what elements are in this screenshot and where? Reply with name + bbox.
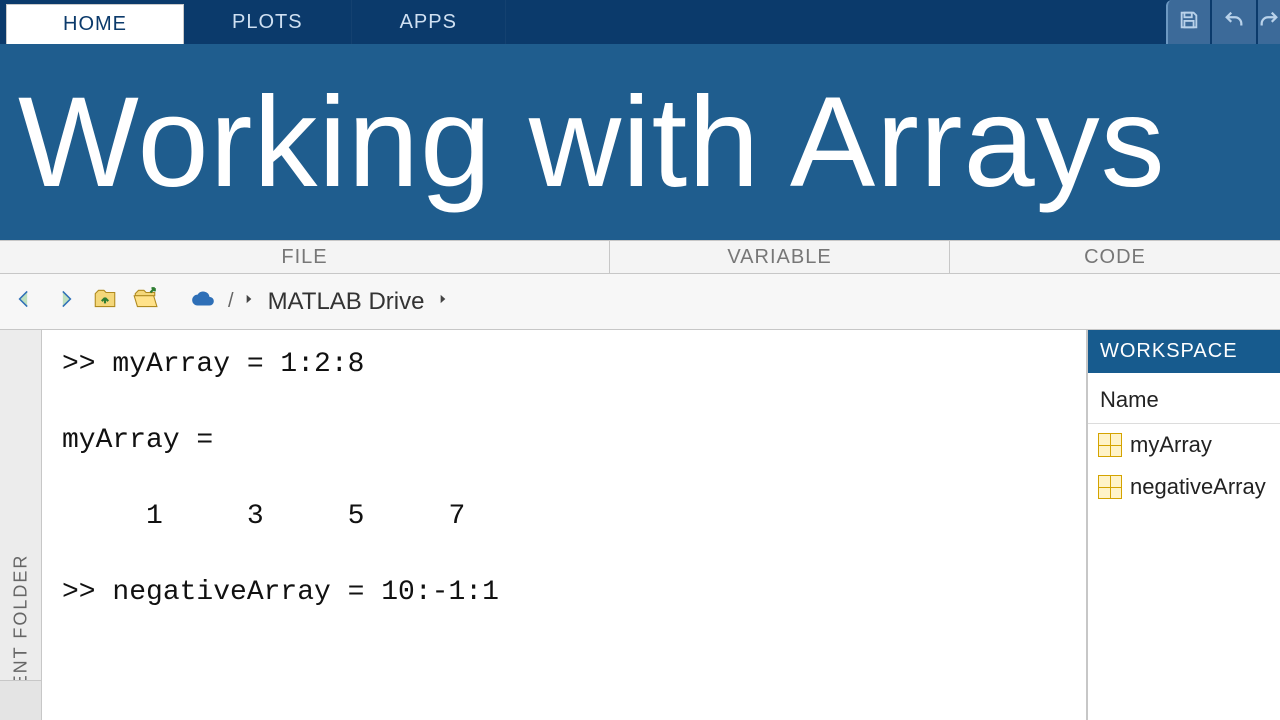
save-button[interactable]	[1166, 0, 1210, 44]
folder-open-button[interactable]	[128, 285, 162, 319]
breadcrumb-slash: /	[226, 290, 236, 313]
toolstrip-tabs: HOME PLOTS APPS	[0, 0, 1280, 44]
ribbon-section-code: CODE	[950, 241, 1280, 273]
workspace-variable[interactable]: negativeArray	[1088, 466, 1280, 508]
command-line: >> myArray = 1:2:8	[62, 344, 1066, 386]
tabbar-spacer	[506, 0, 1160, 44]
nav-back-button[interactable]	[8, 285, 42, 319]
folder-up-button[interactable]	[88, 285, 122, 319]
ribbon-section-variable: VARIABLE	[610, 241, 950, 273]
undo-button[interactable]	[1212, 0, 1256, 44]
arrow-left-icon	[12, 286, 38, 317]
workspace-variable[interactable]: myArray	[1088, 424, 1280, 466]
folder-up-icon	[92, 286, 118, 317]
folder-open-icon	[132, 286, 158, 317]
page-title-banner: Working with Arrays	[0, 44, 1280, 240]
breadcrumb-item[interactable]: MATLAB Drive	[262, 288, 431, 316]
variable-name: negativeArray	[1130, 474, 1266, 500]
ribbon-section-file: FILE	[0, 241, 610, 273]
chevron-right-icon[interactable]	[242, 292, 256, 311]
variable-name: myArray	[1130, 432, 1212, 458]
result-header: myArray =	[62, 420, 1066, 462]
redo-icon	[1258, 9, 1280, 36]
save-icon	[1178, 9, 1200, 36]
workspace-header: WORKSPACE	[1088, 330, 1280, 373]
redo-button[interactable]	[1258, 0, 1280, 44]
variable-icon	[1098, 433, 1122, 457]
command-line: >> negativeArray = 10:-1:1	[62, 572, 1066, 614]
workspace-column-name[interactable]: Name	[1088, 373, 1280, 424]
nav-forward-button[interactable]	[48, 285, 82, 319]
current-folder-panel[interactable]: CURRENT FOLDER	[0, 330, 42, 720]
address-bar: / MATLAB Drive	[0, 274, 1280, 330]
main-body: CURRENT FOLDER >> myArray = 1:2:8 myArra…	[0, 330, 1280, 720]
tab-home[interactable]: HOME	[6, 4, 184, 44]
left-panel-stub	[0, 680, 41, 720]
result-values: 1 3 5 7	[62, 496, 1066, 538]
ribbon-sections: FILE VARIABLE CODE	[0, 240, 1280, 274]
tab-apps[interactable]: APPS	[352, 0, 506, 44]
page-title: Working with Arrays	[18, 69, 1166, 216]
arrow-right-icon	[52, 286, 78, 317]
variable-icon	[1098, 475, 1122, 499]
workspace-panel: WORKSPACE Name myArray negativeArray	[1088, 330, 1280, 720]
command-window[interactable]: >> myArray = 1:2:8 myArray = 1 3 5 7 >> …	[42, 330, 1088, 720]
cloud-root-button[interactable]	[186, 285, 220, 319]
cloud-icon	[190, 286, 216, 317]
undo-icon	[1223, 9, 1245, 36]
chevron-right-icon[interactable]	[436, 292, 450, 311]
tab-plots[interactable]: PLOTS	[184, 0, 352, 44]
